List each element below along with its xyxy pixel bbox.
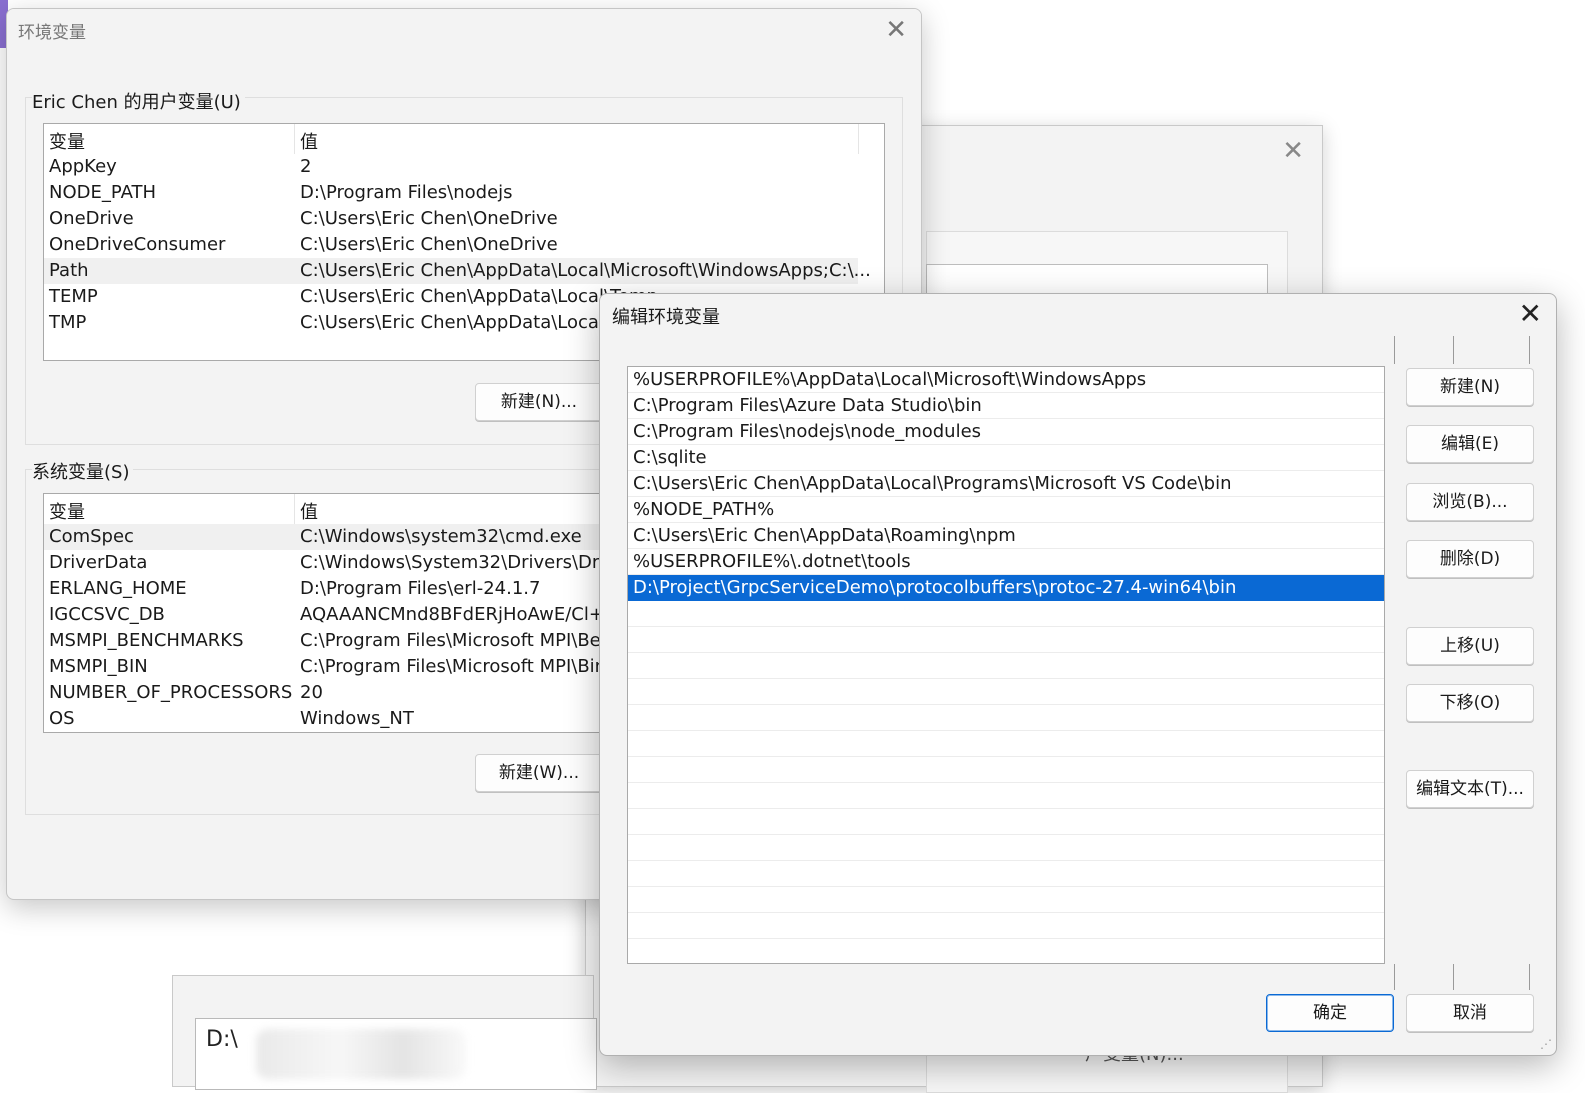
move-up-button[interactable]: 上移(U) — [1406, 627, 1534, 665]
bg-column-tick — [1529, 336, 1530, 364]
table-row[interactable]: OneDriveConsumer C:\Users\Eric Chen\OneDr… — [44, 232, 884, 258]
redacted-blur — [256, 1029, 466, 1079]
path-entry[interactable]: %USERPROFILE%\AppData\Local\Microsoft\Wi… — [628, 367, 1384, 393]
var-value: C:\Users\Eric Chen\OneDrive — [300, 234, 558, 255]
path-entry[interactable]: C:\Program Files\Azure Data Studio\bin — [628, 393, 1384, 419]
path-entry[interactable]: C:\sqlite — [628, 445, 1384, 471]
edit-path-button[interactable]: 编辑(E) — [1406, 425, 1534, 463]
column-divider[interactable] — [294, 494, 295, 524]
var-name: NUMBER_OF_PROCESSORS — [49, 682, 293, 703]
var-name: MSMPI_BENCHMARKS — [49, 630, 244, 651]
empty-path-slot[interactable] — [628, 627, 1384, 653]
column-divider[interactable] — [294, 124, 295, 154]
user-vars-label: Eric Chen 的用户变量(U) — [32, 88, 245, 114]
empty-path-slot[interactable] — [628, 705, 1384, 731]
path-entry[interactable]: C:\Program Files\nodejs\node_modules — [628, 419, 1384, 445]
var-name: TMP — [49, 312, 87, 333]
var-name: AppKey — [49, 156, 117, 177]
browse-button[interactable]: 浏览(B)... — [1406, 483, 1534, 521]
empty-path-slot[interactable] — [628, 757, 1384, 783]
bg-column-tick — [1394, 964, 1395, 990]
var-name: NODE_PATH — [49, 182, 157, 203]
background-bottom-window: D:\ — [172, 975, 597, 1090]
var-name: DriverData — [49, 552, 148, 573]
empty-path-slot[interactable] — [628, 861, 1384, 887]
edit-dialog-title: 编辑环境变量 — [612, 307, 720, 328]
empty-path-slot[interactable] — [628, 679, 1384, 705]
var-value: D:\Program Files\erl-24.1.7 — [300, 578, 541, 599]
header-variable[interactable]: 变量 — [49, 128, 85, 154]
var-value: C:\Users\Eric Chen\AppData\Local\Microso… — [300, 260, 871, 281]
edit-env-var-dialog: 编辑环境变量 ✕ %USERPROFILE%\AppData\Local\Mic… — [599, 293, 1557, 1056]
edit-text-button[interactable]: 编辑文本(T)... — [1406, 770, 1534, 808]
bg-column-tick — [1529, 964, 1530, 990]
var-value: Windows_NT — [300, 708, 414, 729]
var-value: C:\Windows\system32\cmd.exe — [300, 526, 582, 547]
table-row-selected[interactable]: Path C:\Users\Eric Chen\AppData\Local\Mic… — [44, 258, 871, 284]
path-entry[interactable]: C:\Users\Eric Chen\AppData\Roaming\npm — [628, 523, 1384, 549]
empty-path-slot[interactable] — [628, 887, 1384, 913]
bg-column-tick — [1394, 336, 1395, 364]
table-row[interactable]: AppKey 2 — [44, 154, 884, 180]
path-entries-list[interactable]: %USERPROFILE%\AppData\Local\Microsoft\Wi… — [627, 366, 1385, 964]
var-name: Path — [49, 260, 89, 281]
column-divider[interactable] — [858, 124, 859, 154]
path-entry[interactable]: C:\Users\Eric Chen\AppData\Local\Program… — [628, 471, 1384, 497]
path-entry[interactable]: %NODE_PATH% — [628, 497, 1384, 523]
header-value[interactable]: 值 — [300, 498, 318, 524]
background-path-text: D:\ — [206, 1027, 238, 1052]
table-row[interactable]: NODE_PATH D:\Program Files\nodejs — [44, 180, 884, 206]
empty-path-slot[interactable] — [628, 601, 1384, 627]
bg-column-tick — [1453, 964, 1454, 990]
var-value: D:\Program Files\nodejs — [300, 182, 513, 203]
system-new-button[interactable]: 新建(W)... — [475, 754, 603, 792]
user-vars-header: 变量 值 — [44, 124, 884, 154]
var-value: C:\Users\Eric Chen\OneDrive — [300, 208, 558, 229]
var-name: IGCCSVC_DB — [49, 604, 165, 625]
var-name: ERLANG_HOME — [49, 578, 187, 599]
cancel-button[interactable]: 取消 — [1406, 994, 1534, 1032]
edit-close-icon[interactable]: ✕ — [1519, 300, 1542, 328]
empty-path-slot[interactable] — [628, 653, 1384, 679]
background-close-icon[interactable]: ✕ — [1282, 138, 1304, 164]
var-name: ComSpec — [49, 526, 134, 547]
var-name: OneDriveConsumer — [49, 234, 226, 255]
path-entry[interactable]: %USERPROFILE%\.dotnet\tools — [628, 549, 1384, 575]
var-value: 20 — [300, 682, 323, 703]
empty-path-slot[interactable] — [628, 835, 1384, 861]
system-vars-label: 系统变量(S) — [32, 458, 134, 484]
delete-button[interactable]: 删除(D) — [1406, 540, 1534, 578]
bg-column-tick — [1453, 336, 1454, 364]
table-row[interactable]: OneDrive C:\Users\Eric Chen\OneDrive — [44, 206, 884, 232]
var-name: OneDrive — [49, 208, 134, 229]
var-value: 2 — [300, 156, 312, 177]
empty-path-slot[interactable] — [628, 783, 1384, 809]
env-close-icon[interactable]: ✕ — [885, 16, 907, 44]
header-variable[interactable]: 变量 — [49, 498, 85, 524]
resize-grip-icon[interactable]: ⋰ — [1540, 1037, 1552, 1051]
env-window-title: 环境变量 — [18, 23, 86, 43]
move-down-button[interactable]: 下移(O) — [1406, 684, 1534, 722]
path-entry-selected[interactable]: D:\Project\GrpcServiceDemo\protocolbuffe… — [628, 575, 1384, 601]
env-titlebar: 环境变量 ✕ — [7, 9, 921, 53]
user-new-button[interactable]: 新建(N)... — [475, 383, 603, 421]
empty-path-slot[interactable] — [628, 913, 1384, 939]
empty-path-slot[interactable] — [628, 731, 1384, 757]
var-name: TEMP — [49, 286, 98, 307]
var-value: C:\Program Files\Microsoft MPI\Bin\ — [300, 656, 613, 677]
var-name: MSMPI_BIN — [49, 656, 148, 677]
empty-path-slot[interactable] — [628, 809, 1384, 835]
ok-button[interactable]: 确定 — [1266, 994, 1394, 1032]
background-path-box: D:\ — [195, 1018, 597, 1090]
header-value[interactable]: 值 — [300, 128, 318, 154]
var-name: OS — [49, 708, 75, 729]
new-path-button[interactable]: 新建(N) — [1406, 368, 1534, 406]
